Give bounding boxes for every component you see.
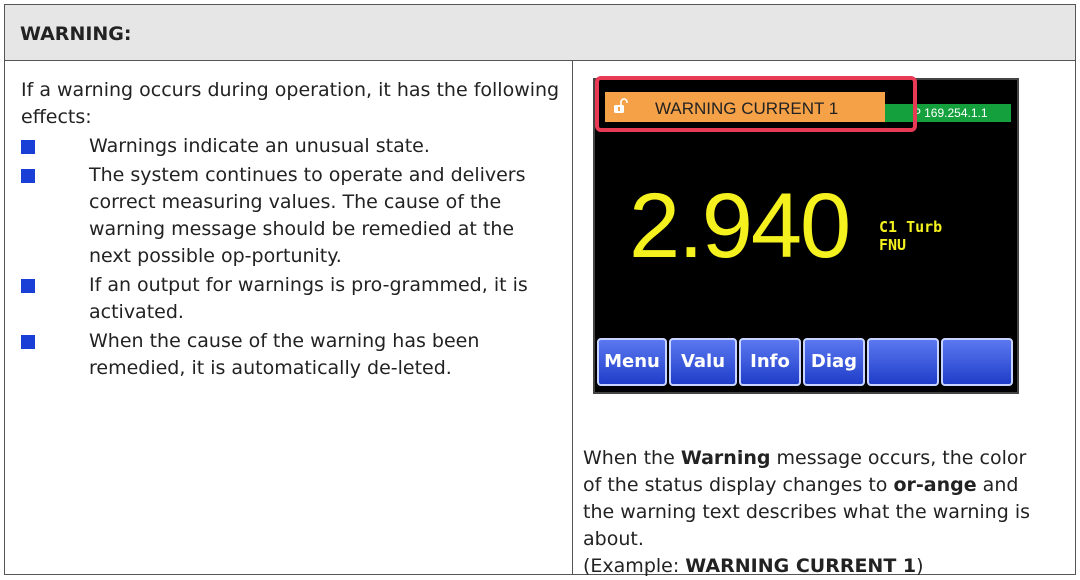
effects-column: If a warning occurs during operation, it… (21, 77, 561, 382)
list-item-text: The system continues to operate and deli… (89, 164, 526, 267)
list-item: Warnings indicate an unusual state. (21, 133, 561, 160)
channel-label: C1 Turb (879, 218, 943, 236)
list-item: The system continues to operate and deli… (21, 162, 561, 270)
menu-button[interactable]: Menu (597, 338, 667, 386)
list-item-text: Warnings indicate an unusual state. (89, 135, 430, 157)
column-divider (572, 61, 573, 575)
measured-value: 2.940 (629, 175, 851, 277)
unit-label: FNU (879, 236, 907, 254)
blank-button-5[interactable] (867, 338, 939, 386)
valu-button[interactable]: Valu (669, 338, 737, 386)
list-item: When the cause of the warning has been r… (21, 328, 561, 382)
intro-text: If a warning occurs during operation, it… (21, 79, 560, 128)
caption-text: When the Warning message occurs, the col… (583, 445, 1043, 580)
diag-button[interactable]: Diag (803, 338, 865, 386)
header-title: WARNING: (20, 23, 132, 45)
list-item-text: If an output for warnings is pro-grammed… (89, 274, 528, 323)
highlight-frame (595, 76, 917, 132)
caption-part: ) (916, 555, 924, 577)
softkey-bar: Menu Valu Info Diag (597, 338, 1015, 388)
warning-table: WARNING: If a warning occurs during oper… (4, 4, 1076, 577)
square-bullet-icon (21, 335, 35, 349)
caption-part: (Example: (583, 555, 686, 577)
caption-bold: Warning (680, 447, 771, 469)
blank-button-6[interactable] (941, 338, 1013, 386)
caption-bold: WARNING CURRENT 1 (685, 555, 917, 577)
example-column: P 169.254.1.1 WARNING CURRENT 1 2.940 C1… (583, 63, 1053, 577)
caption-bold: or-ange (893, 474, 977, 496)
table-header: WARNING: (5, 5, 1075, 61)
square-bullet-icon (21, 140, 35, 154)
square-bullet-icon (21, 169, 35, 183)
list-item: If an output for warnings is pro-grammed… (21, 272, 561, 326)
info-button[interactable]: Info (739, 338, 801, 386)
ip-address: P 169.254.1.1 (913, 106, 988, 120)
caption-part: When the (583, 447, 681, 469)
square-bullet-icon (21, 279, 35, 293)
device-screen: P 169.254.1.1 WARNING CURRENT 1 2.940 C1… (583, 64, 1019, 394)
list-item-text: When the cause of the warning has been r… (89, 330, 480, 379)
